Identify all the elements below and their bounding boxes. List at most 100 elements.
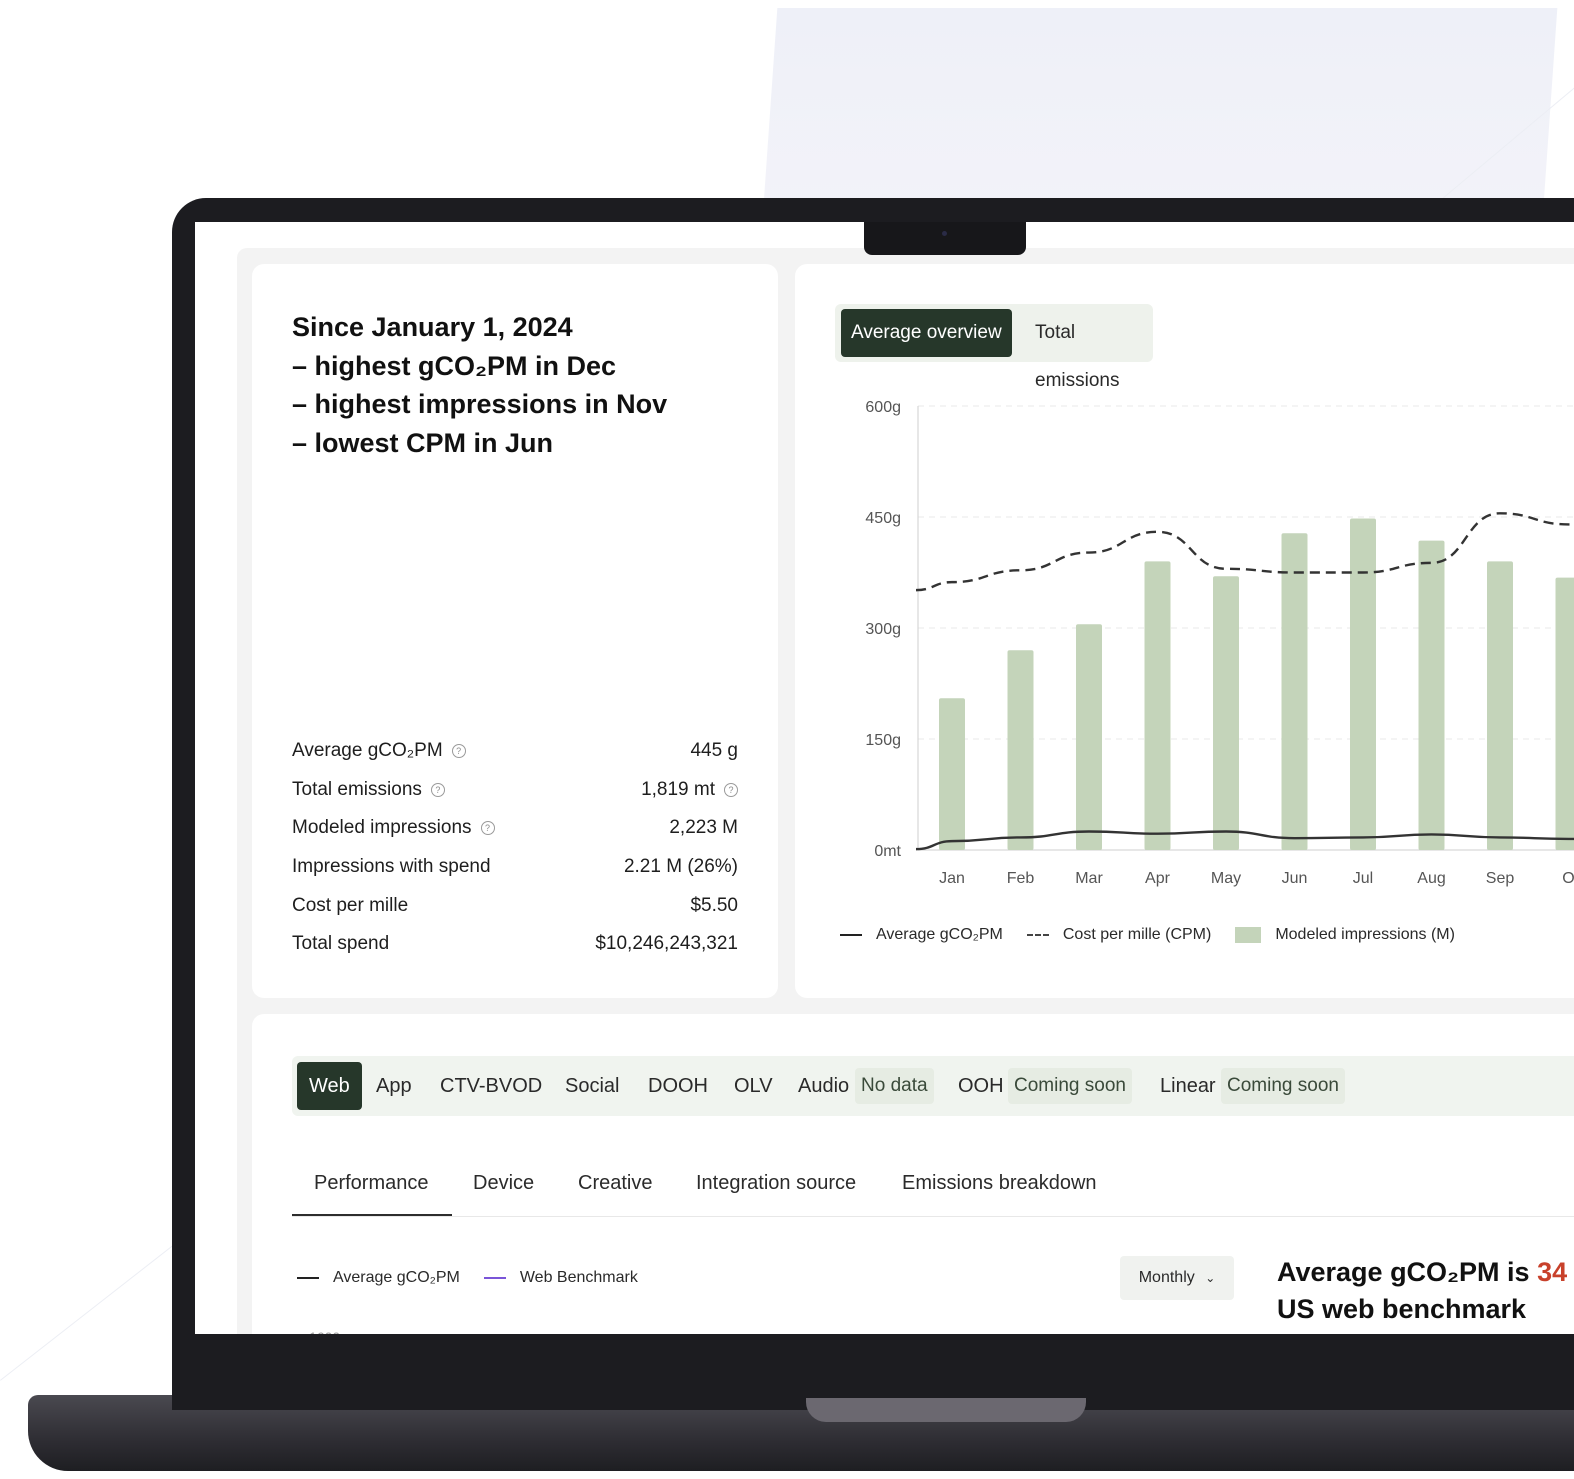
legend-label: Cost per mille (CPM)	[1062, 926, 1212, 943]
tab-integration-source[interactable]: Integration source	[696, 1172, 856, 1195]
channel-tab-audio[interactable]: Audio	[798, 1062, 849, 1110]
headline-line: Since January 1, 2024	[292, 312, 573, 342]
legend-web-benchmark: Web Benchmark	[483, 1269, 638, 1287]
active-tab-indicator	[292, 1214, 452, 1216]
x-tick-label: Jun	[1282, 870, 1308, 887]
headline-line: – highest gCO₂PM in Dec	[292, 350, 617, 381]
channel-tab-app[interactable]: App	[376, 1062, 412, 1110]
legend-cpm: Cost per mille (CPM)	[1026, 926, 1212, 944]
stat-value: 445 g	[690, 740, 738, 762]
y-tick-label: 600g	[865, 399, 901, 416]
camera-lens	[942, 231, 947, 236]
tab-emissions-breakdown[interactable]: Emissions breakdown	[902, 1172, 1097, 1195]
stat-label: Impressions with spend	[292, 856, 491, 878]
x-tick-label: Jul	[1353, 870, 1373, 887]
legend-swatch-purple	[483, 1277, 506, 1279]
legend-label: Average gCO₂PM	[333, 1269, 460, 1286]
channel-tab-web[interactable]: Web	[297, 1062, 362, 1110]
tab-device[interactable]: Device	[473, 1172, 534, 1195]
stat-value: $5.50	[690, 894, 738, 916]
x-tick-label: Mar	[1075, 870, 1103, 887]
info-icon[interactable]: ?	[480, 821, 495, 836]
laptop-screen: Since January 1, 2024 – highest gCO₂PM i…	[195, 222, 1574, 1334]
channel-tab-ooh[interactable]: OOH	[958, 1062, 1004, 1110]
status-badge: Coming soon	[1008, 1068, 1132, 1104]
channel-tab-olv[interactable]: OLV	[734, 1062, 773, 1110]
tab-performance[interactable]: Performance	[314, 1172, 429, 1195]
legend-label: Modeled impressions (M)	[1275, 926, 1455, 943]
stat-label: Total emissions	[292, 778, 422, 800]
legend-swatch-solid	[297, 1277, 319, 1279]
bar	[1213, 576, 1239, 850]
x-tick-label: Jan	[939, 870, 965, 887]
info-icon[interactable]: ?	[724, 782, 738, 797]
summary-headline: Since January 1, 2024 – highest gCO₂PM i…	[292, 308, 667, 462]
legend-swatch-dashed	[1026, 934, 1049, 936]
legend-label: Average gCO₂PM	[876, 926, 1003, 943]
x-tick-label: Sep	[1486, 870, 1515, 887]
legend-average-gco2pm: Average gCO₂PM	[840, 926, 1003, 944]
status-badge: Coming soon	[1221, 1068, 1345, 1104]
bar	[1281, 533, 1308, 850]
channel-tab-social[interactable]: Social	[565, 1062, 619, 1110]
channel-card: Web App CTV-BVOD Social DOOH OLV Audio N…	[252, 1014, 1574, 1334]
bar	[1418, 540, 1445, 850]
bar	[1144, 561, 1171, 850]
headline-line: – highest impressions in Nov	[292, 389, 668, 419]
headline-line: – lowest CPM in Jun	[292, 427, 554, 458]
y-tick-label: 0mt	[874, 843, 901, 860]
tab-creative[interactable]: Creative	[578, 1172, 652, 1195]
laptop-hinge	[806, 1398, 1086, 1422]
x-tick-label: May	[1211, 870, 1241, 887]
stat-value: $10,246,243,321	[595, 933, 738, 955]
channel-tab-ctv-bvod[interactable]: CTV-BVOD	[440, 1062, 542, 1110]
cpm-line	[915, 512, 1574, 592]
info-icon[interactable]: ?	[451, 744, 466, 759]
chart-legend: Average gCO₂PM Cost per mille (CPM) Mode…	[840, 926, 1479, 944]
y-tick-label: 300g	[865, 621, 901, 638]
benchmark-highlight: 34	[1537, 1257, 1568, 1287]
x-tick-label: Aug	[1417, 870, 1445, 887]
info-icon[interactable]: ?	[430, 782, 445, 797]
legend-modeled-impressions: Modeled impressions (M)	[1235, 926, 1455, 944]
stat-row-impressions-with-spend: Impressions with spend 2.21 M (26%)	[292, 848, 738, 887]
y-tick-label: 150g	[865, 732, 901, 749]
chevron-down-icon: ⌄	[1205, 1271, 1216, 1285]
benchmark-headline: Average gCO₂PM is 34 US web benchmark	[1277, 1254, 1567, 1328]
bar	[939, 698, 965, 850]
stat-row-total-spend: Total spend $10,246,243,321	[292, 925, 738, 964]
summary-card: Since January 1, 2024 – highest gCO₂PM i…	[252, 264, 778, 998]
stat-label: Total spend	[292, 933, 390, 955]
bar	[1350, 518, 1376, 850]
channel-tab-linear[interactable]: Linear	[1160, 1062, 1216, 1110]
bar	[1487, 561, 1513, 850]
overview-chart-card: Average overview Total emissions 600g 450…	[795, 264, 1574, 998]
benchmark-text: Average gCO₂PM is	[1277, 1257, 1538, 1287]
bar	[1555, 577, 1574, 850]
section-tabs: Performance Device Creative Integration …	[292, 1164, 1574, 1217]
period-select[interactable]: Monthly ⌄	[1120, 1256, 1234, 1300]
legend-swatch-solid	[840, 934, 862, 936]
background-panel	[762, 8, 1558, 218]
stats-list: Average gCO₂PM? 445 g Total emissions? 1…	[292, 732, 738, 964]
stat-value: 2,223 M	[669, 817, 738, 839]
channel-tabs: Web App CTV-BVOD Social DOOH OLV Audio N…	[292, 1056, 1574, 1116]
stat-row-average-gco2pm: Average gCO₂PM? 445 g	[292, 732, 738, 771]
benchmark-text-line2: US web benchmark	[1277, 1294, 1527, 1324]
bar	[1007, 650, 1034, 850]
period-select-value: Monthly	[1138, 1269, 1195, 1286]
stat-label: Average gCO₂PM	[292, 740, 443, 762]
stat-label: Cost per mille	[292, 894, 409, 916]
channel-tab-dooh[interactable]: DOOH	[648, 1062, 708, 1110]
performance-axis-tick: 1600g	[309, 1329, 348, 1334]
bar	[1076, 624, 1102, 850]
stat-label: Modeled impressions	[292, 817, 472, 839]
legend-average-gco2pm: Average gCO₂PM	[297, 1269, 460, 1287]
stat-row-total-emissions: Total emissions? 1,819 mt?	[292, 771, 738, 810]
laptop-camera	[864, 222, 1026, 255]
stat-value: 2.21 M (26%)	[623, 856, 738, 878]
stat-row-modeled-impressions: Modeled impressions? 2,223 M	[292, 809, 738, 848]
legend-label: Web Benchmark	[519, 1269, 638, 1286]
stat-value: 1,819 mt	[641, 778, 715, 800]
x-tick-label: Apr	[1145, 870, 1171, 887]
